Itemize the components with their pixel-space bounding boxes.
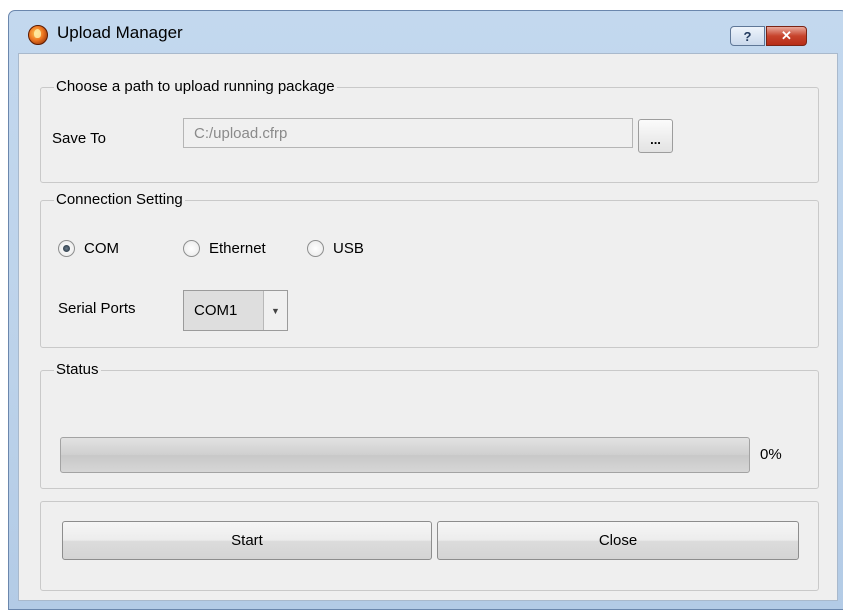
app-icon (28, 25, 48, 45)
serial-ports-label: Serial Ports (58, 300, 136, 317)
save-path-input[interactable] (183, 118, 633, 148)
title-bar[interactable]: Upload Manager ? ✕ (9, 11, 843, 53)
radio-usb[interactable]: USB (307, 240, 364, 257)
upload-manager-window: Upload Manager ? ✕ Choose a path to uplo… (8, 10, 843, 610)
window-close-button[interactable]: ✕ (766, 26, 807, 46)
upload-progress-bar (60, 437, 750, 473)
radio-checked-icon (58, 240, 75, 257)
connection-group-legend: Connection Setting (54, 190, 185, 210)
dialog-client-area: Choose a path to upload running package … (18, 53, 838, 601)
save-to-label: Save To (52, 130, 106, 147)
radio-ethernet[interactable]: Ethernet (183, 240, 266, 257)
path-group-legend: Choose a path to upload running package (54, 77, 337, 97)
radio-unchecked-icon (183, 240, 200, 257)
radio-usb-label: USB (333, 240, 364, 257)
serial-port-value: COM1 (194, 302, 238, 319)
serial-ports-dropdown[interactable]: COM1 ▼ (183, 290, 288, 331)
radio-unchecked-icon (307, 240, 324, 257)
window-title: Upload Manager (57, 23, 183, 42)
help-button[interactable]: ? (730, 26, 765, 46)
radio-com[interactable]: COM (58, 240, 119, 257)
progress-percent-label: 0% (760, 446, 782, 463)
connection-group: Connection Setting (40, 190, 819, 348)
browse-button[interactable]: ... (638, 119, 673, 153)
close-button[interactable]: Close (437, 521, 799, 560)
radio-ethernet-label: Ethernet (209, 240, 266, 257)
status-group-legend: Status (54, 360, 101, 380)
radio-com-label: COM (84, 240, 119, 257)
chevron-down-icon[interactable]: ▼ (263, 291, 287, 330)
start-button[interactable]: Start (62, 521, 432, 560)
